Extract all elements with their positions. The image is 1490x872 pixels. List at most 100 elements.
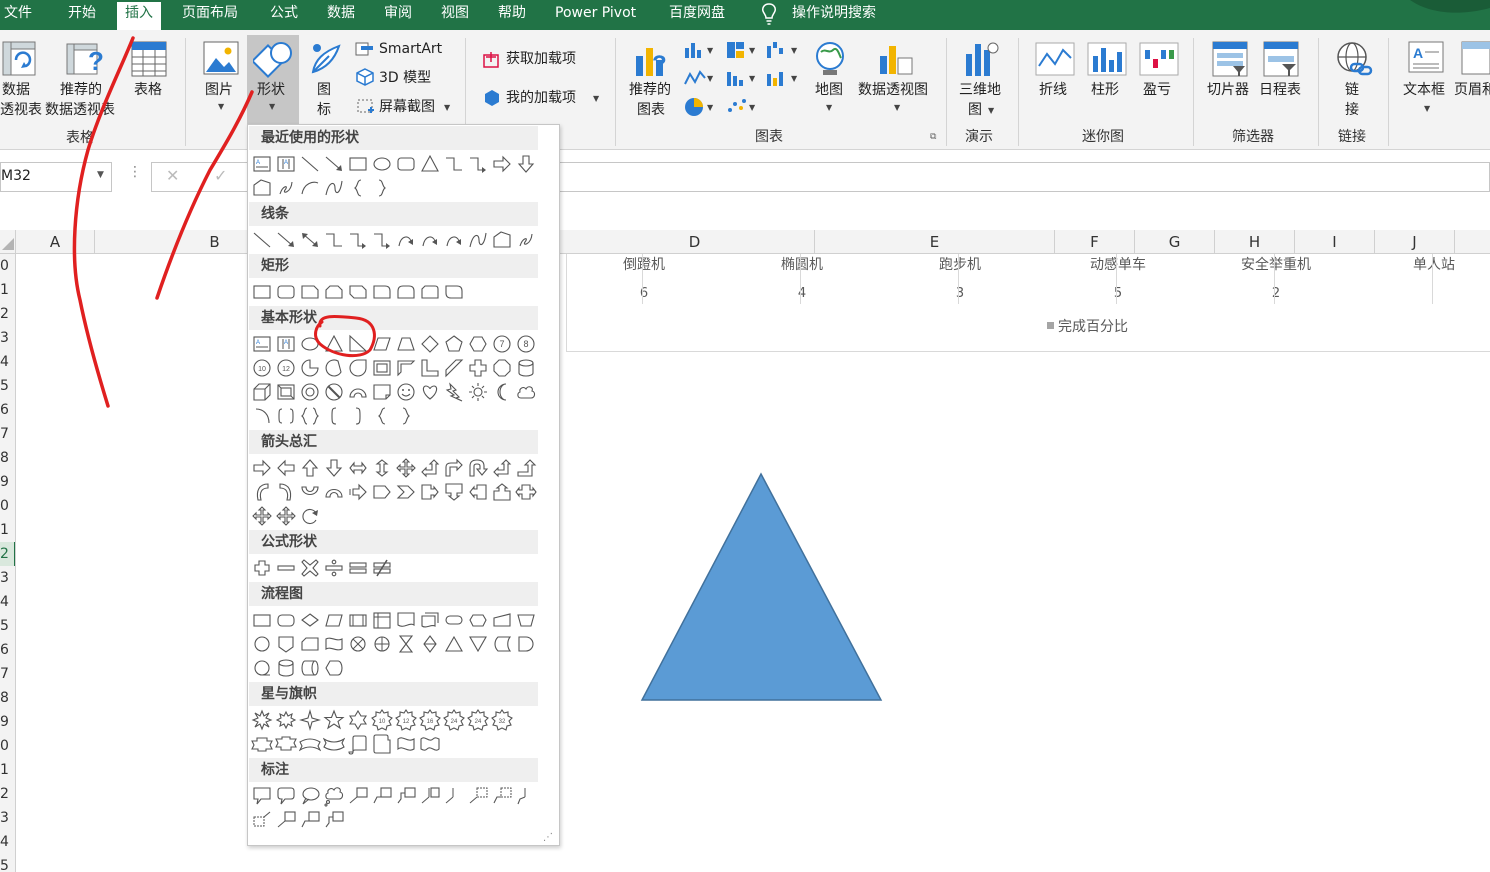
number-circle-shape-icon[interactable]: 12 bbox=[275, 357, 297, 379]
arc-shape-icon[interactable] bbox=[299, 177, 321, 199]
freeform-shape-icon[interactable] bbox=[251, 177, 273, 199]
menu-data[interactable]: 数据 bbox=[327, 0, 355, 30]
dcallout-shape-icon[interactable] bbox=[443, 481, 465, 503]
fterm-shape-icon[interactable] bbox=[443, 609, 465, 631]
dblbracket-shape-icon[interactable] bbox=[275, 405, 297, 427]
rnd1-shape-icon[interactable] bbox=[371, 281, 393, 303]
get-addins-label[interactable]: 获取加载项 bbox=[506, 49, 576, 69]
scribble-shape-icon[interactable] bbox=[515, 229, 537, 251]
snip2-shape-icon[interactable] bbox=[323, 281, 345, 303]
diamond-shape-icon[interactable] bbox=[419, 333, 441, 355]
fconn-shape-icon[interactable] bbox=[251, 633, 273, 655]
textbox-shape-icon[interactable]: A bbox=[251, 333, 273, 355]
enter-icon[interactable]: ✓ bbox=[214, 166, 227, 185]
tri-shape-icon[interactable] bbox=[323, 333, 345, 355]
oval-shape-icon[interactable] bbox=[371, 153, 393, 175]
lbrace-shape-icon[interactable] bbox=[347, 177, 369, 199]
row-header[interactable]: 7 bbox=[0, 662, 15, 686]
moon-shape-icon[interactable] bbox=[491, 381, 513, 403]
crect-shape-icon[interactable] bbox=[251, 785, 273, 807]
chevron-down-icon[interactable]: ▼ bbox=[749, 46, 755, 55]
pivot-table-label-1[interactable]: 数据 bbox=[2, 80, 30, 100]
number-circle-shape-icon[interactable]: 7 bbox=[491, 333, 513, 355]
isosceles-triangle-shape[interactable] bbox=[640, 472, 884, 704]
timeline-label[interactable]: 日程表 bbox=[1259, 80, 1301, 100]
mult-shape-icon[interactable] bbox=[299, 557, 321, 579]
table-label[interactable]: 表格 bbox=[134, 80, 162, 100]
rnd3-shape-icon[interactable] bbox=[443, 281, 465, 303]
fprep-shape-icon[interactable] bbox=[467, 609, 489, 631]
fdoc-shape-icon[interactable] bbox=[395, 609, 417, 631]
number-circle-shape-icon[interactable]: 10 bbox=[251, 357, 273, 379]
chord-shape-icon[interactable] bbox=[323, 357, 345, 379]
resize-grip-icon[interactable]: ⋰ bbox=[543, 832, 553, 843]
column-header-d[interactable]: D bbox=[575, 230, 815, 254]
3d-map-label-1[interactable]: 三维地 bbox=[959, 80, 1001, 100]
minus-shape-icon[interactable] bbox=[275, 557, 297, 579]
rarrow-shape-icon[interactable] bbox=[251, 457, 273, 479]
chevron-down-icon[interactable]: ▼ bbox=[791, 46, 797, 55]
textbox-shape-icon[interactable]: A bbox=[251, 153, 273, 175]
column-header-j[interactable]: J bbox=[1375, 230, 1455, 254]
line-shape-icon[interactable] bbox=[251, 229, 273, 251]
row-header[interactable]: 4 bbox=[0, 830, 15, 854]
star-shape-icon[interactable]: 12 bbox=[395, 709, 417, 731]
shapes-button[interactable]: 形状 ▼ bbox=[247, 35, 299, 129]
row-header[interactable]: 1 bbox=[0, 518, 15, 542]
bentarrow-shape-icon[interactable] bbox=[443, 457, 465, 479]
star4-shape-icon[interactable] bbox=[299, 709, 321, 731]
ftape-shape-icon[interactable] bbox=[323, 633, 345, 655]
fprocess-shape-icon[interactable] bbox=[251, 609, 273, 631]
nosign-shape-icon[interactable] bbox=[323, 381, 345, 403]
scribble-shape-icon[interactable] bbox=[275, 177, 297, 199]
menu-review[interactable]: 审阅 bbox=[384, 0, 412, 30]
elbowarrow-shape-icon[interactable] bbox=[371, 229, 393, 251]
row-header[interactable]: 0 bbox=[0, 734, 15, 758]
pivot-table-label-2[interactable]: 透视表 bbox=[0, 100, 42, 120]
lshape-shape-icon[interactable] bbox=[419, 357, 441, 379]
cline6-shape-icon[interactable] bbox=[467, 785, 489, 807]
recommended-pivot-label-2[interactable]: 数据透视表 bbox=[45, 100, 115, 120]
more-options-icon[interactable]: ⋮ bbox=[128, 164, 142, 180]
star5-shape-icon[interactable] bbox=[323, 709, 345, 731]
recommended-pivot-label-1[interactable]: 推荐的 bbox=[60, 80, 102, 100]
ccloud-shape-icon[interactable] bbox=[323, 785, 345, 807]
row-header[interactable]: 4 bbox=[0, 590, 15, 614]
foldcorner-shape-icon[interactable] bbox=[371, 381, 393, 403]
link-label-1[interactable]: 链 bbox=[1345, 80, 1359, 100]
snip1-shape-icon[interactable] bbox=[299, 281, 321, 303]
cross-shape-icon[interactable] bbox=[467, 357, 489, 379]
smartart-label[interactable]: SmartArt bbox=[379, 39, 442, 59]
quadarrow-shape-icon[interactable] bbox=[395, 457, 417, 479]
lbracket-shape-icon[interactable] bbox=[323, 405, 345, 427]
lbrace-shape-icon[interactable] bbox=[371, 405, 393, 427]
screenshot-label[interactable]: 屏幕截图 bbox=[379, 97, 435, 117]
darrow-shape-icon[interactable] bbox=[323, 457, 345, 479]
cancel-icon[interactable]: ✕ bbox=[166, 166, 179, 185]
cline7-shape-icon[interactable] bbox=[491, 785, 513, 807]
textbox-label[interactable]: 文本框 bbox=[1403, 80, 1445, 100]
curvearrow-shape-icon[interactable] bbox=[395, 229, 417, 251]
row-header[interactable]: 5 bbox=[0, 374, 15, 398]
sparkline-winloss-label[interactable]: 盈亏 bbox=[1143, 80, 1171, 100]
chevron-down-icon[interactable]: ▼ bbox=[707, 46, 713, 55]
sun-shape-icon[interactable] bbox=[467, 381, 489, 403]
can-shape-icon[interactable] bbox=[515, 357, 537, 379]
rbrace-shape-icon[interactable] bbox=[395, 405, 417, 427]
star-shape-icon[interactable]: 24 bbox=[467, 709, 489, 731]
menu-insert[interactable]: 插入 bbox=[117, 2, 161, 30]
menu-home[interactable]: 开始 bbox=[68, 0, 96, 30]
line-shape-icon[interactable] bbox=[299, 153, 321, 175]
trap-shape-icon[interactable] bbox=[395, 333, 417, 355]
snip3-shape-icon[interactable] bbox=[347, 281, 369, 303]
quadarrow-shape-icon[interactable] bbox=[275, 505, 297, 527]
row-header[interactable]: 5 bbox=[0, 854, 15, 872]
row-header[interactable]: 1 bbox=[0, 278, 15, 302]
row-header[interactable]: 5 bbox=[0, 614, 15, 638]
row-header[interactable]: 3 bbox=[0, 806, 15, 830]
row-header[interactable]: 4 bbox=[0, 350, 15, 374]
noteq-shape-icon[interactable] bbox=[371, 557, 393, 579]
row-header[interactable]: 8 bbox=[0, 446, 15, 470]
rect-shape-icon[interactable] bbox=[347, 153, 369, 175]
lcallout-shape-icon[interactable] bbox=[467, 481, 489, 503]
